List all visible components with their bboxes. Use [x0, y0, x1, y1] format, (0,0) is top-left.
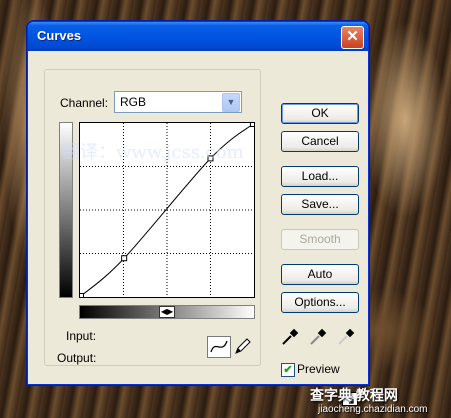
chevron-down-icon[interactable]: ▼	[222, 93, 240, 112]
title-bar[interactable]: Curves ✕	[28, 22, 368, 51]
ok-button[interactable]: OK	[281, 103, 359, 124]
channel-select[interactable]: RGB ▼	[114, 91, 242, 113]
preview-label[interactable]: Preview	[297, 362, 340, 376]
preview-checkbox[interactable]: ✔	[281, 363, 295, 377]
save-button[interactable]: Save...	[281, 194, 359, 215]
black-eyedropper-icon[interactable]	[281, 328, 299, 346]
white-eyedropper-glyph	[338, 328, 355, 345]
white-eyedropper-icon[interactable]	[337, 328, 355, 346]
curve-control-point[interactable]	[250, 123, 255, 127]
pencil-glyph	[235, 338, 251, 354]
channel-label: Channel:	[60, 96, 109, 110]
curve-canvas[interactable]	[80, 123, 254, 297]
auto-button[interactable]: Auto	[281, 264, 359, 285]
smooth-button[interactable]: Smooth	[281, 229, 359, 250]
gray-eyedropper-icon[interactable]	[309, 328, 327, 346]
window-title: Curves	[37, 28, 82, 43]
load-button[interactable]: Load...	[281, 166, 359, 187]
black-eyedropper-glyph	[282, 328, 299, 345]
output-label: Output:	[57, 351, 97, 365]
curve-control-point[interactable]	[207, 155, 214, 162]
site-url: jiaocheng.chazidian.com	[318, 404, 428, 415]
pencil-tool-icon[interactable]	[232, 336, 252, 356]
curve-control-point[interactable]	[80, 293, 84, 298]
cancel-button[interactable]: Cancel	[281, 131, 359, 152]
output-gradient-bar	[59, 122, 73, 298]
channel-value: RGB	[120, 95, 147, 109]
curve-graph[interactable]	[79, 122, 255, 298]
options-button[interactable]: Options...	[281, 292, 359, 313]
curve-control-point[interactable]	[121, 255, 128, 262]
input-label: Input:	[66, 329, 97, 343]
close-icon: ✕	[346, 28, 359, 45]
gray-eyedropper-glyph	[310, 328, 327, 345]
curve-tool-glyph	[210, 340, 228, 353]
dialog-body: Channel: RGB ▼ ◀▶ Input: Output: OK Canc…	[31, 52, 365, 406]
curves-dialog: Curves ✕ Channel: RGB ▼ ◀▶ Input: Output…	[27, 21, 369, 406]
curve-tool-icon[interactable]	[207, 336, 231, 358]
site-logo-text: 查字典 教程网	[310, 387, 398, 403]
close-button[interactable]: ✕	[341, 26, 364, 49]
gradient-toggle-icon[interactable]: ◀▶	[159, 306, 175, 318]
